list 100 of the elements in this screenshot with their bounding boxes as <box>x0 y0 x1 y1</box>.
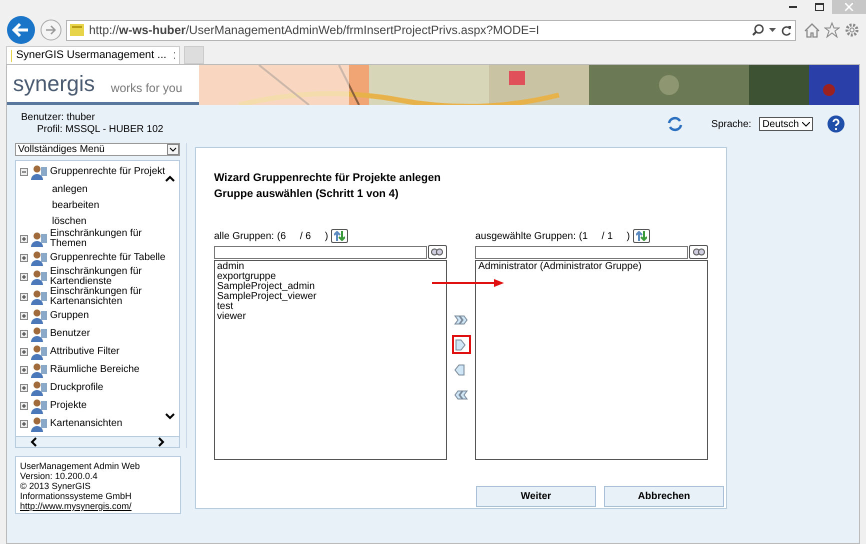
group-icon <box>30 397 48 415</box>
list-item[interactable]: Administrator (Administrator Gruppe) <box>478 262 706 272</box>
list-item[interactable]: SampleProject_admin <box>217 282 444 292</box>
binoculars-icon <box>431 248 444 256</box>
expand-icon[interactable] <box>20 293 28 301</box>
logo: synergis <box>13 72 95 94</box>
scroll-up-icon[interactable] <box>165 175 175 182</box>
annotation-arrow <box>432 279 504 287</box>
list-item[interactable]: SampleProject_viewer <box>217 292 444 302</box>
group-icon <box>30 163 48 181</box>
browser-tab[interactable]: SynerGIS Usermanagement ... <box>6 46 180 64</box>
menu-subitem[interactable]: bearbeiten <box>52 198 100 212</box>
user-text: Benutzer: thuber <box>21 112 96 124</box>
list-item[interactable]: exportgruppe <box>217 272 444 282</box>
binoculars-icon <box>692 248 705 256</box>
menu-item[interactable]: Gruppenrechte für Projekt <box>50 167 166 177</box>
group-icon <box>30 415 48 433</box>
dropdown-icon[interactable] <box>769 28 776 32</box>
list-label: ausgewählte Gruppen: <box>475 230 576 244</box>
expand-icon[interactable] <box>20 366 28 374</box>
expand-icon[interactable] <box>20 420 28 428</box>
language-select[interactable]: Deutsch <box>759 117 813 131</box>
address-bar[interactable]: http://w-ws-huber/UserManagementAdminWeb/frmInsertProjectPrivs.aspx?MODE=I <box>66 20 796 40</box>
help-icon[interactable] <box>827 115 845 133</box>
sort-button[interactable] <box>633 229 650 243</box>
list-item[interactable]: test <box>217 302 444 312</box>
scroll-down-icon[interactable] <box>165 413 175 420</box>
expand-icon[interactable] <box>20 384 28 392</box>
group-icon <box>30 379 48 397</box>
profile-text: Profil: MSSQL - HUBER 102 <box>36 124 164 136</box>
about-text: © 2013 SynerGIS <box>20 481 92 491</box>
wizard-button[interactable]: Abbrechen <box>604 486 724 507</box>
website-link[interactable]: http://www.mysynergis.com/ <box>20 501 176 511</box>
scroll-left-icon[interactable] <box>30 437 37 447</box>
filter-button[interactable] <box>689 245 708 259</box>
menu-item[interactable]: Projekte <box>50 401 87 411</box>
expand-icon[interactable] <box>20 348 28 356</box>
tagline: works for you <box>110 80 182 96</box>
expand-icon[interactable] <box>20 273 28 281</box>
group-icon <box>30 343 48 361</box>
filter-field[interactable] <box>475 246 688 258</box>
move-all-left-icon <box>454 388 468 402</box>
filter-field[interactable] <box>214 246 427 258</box>
menu-subitem[interactable]: anlegen <box>52 182 88 196</box>
group-icon <box>30 361 48 379</box>
group-icon <box>30 325 48 343</box>
wizard-button[interactable]: Weiter <box>476 486 596 507</box>
about-text: Version: 10.200.0.4 <box>20 471 99 481</box>
home-icon[interactable] <box>804 22 820 38</box>
menu-item[interactable]: Räumliche Bereiche <box>50 365 140 375</box>
menu-item[interactable]: Einschränkungen für Kartenansichten <box>50 287 170 307</box>
collapse-icon[interactable] <box>20 168 28 176</box>
maximize-icon[interactable] <box>814 3 824 11</box>
expand-icon[interactable] <box>20 402 28 410</box>
list-label: alle Gruppen: <box>214 230 274 244</box>
menu-item[interactable]: Einschränkungen für Themen <box>50 229 170 249</box>
scroll-right-icon[interactable] <box>158 437 165 447</box>
star-icon[interactable] <box>824 22 840 38</box>
filter-button[interactable] <box>428 245 447 259</box>
menu-item[interactable]: Einschränkungen für Kartendienste <box>50 267 170 287</box>
expand-icon[interactable] <box>20 235 28 243</box>
menu-subitem[interactable]: löschen <box>52 214 86 228</box>
sort-icon <box>636 231 647 241</box>
expand-icon[interactable] <box>20 330 28 338</box>
refresh-icon[interactable] <box>781 24 792 36</box>
expand-icon[interactable] <box>20 312 28 320</box>
menu-item[interactable]: Benutzer <box>50 329 90 339</box>
menu-item[interactable]: Druckprofile <box>50 383 104 393</box>
about-text: Informationssysteme GmbH <box>20 491 133 501</box>
list-item[interactable]: viewer <box>217 312 444 322</box>
sort-icon <box>334 231 346 241</box>
settings-icon[interactable] <box>844 22 860 38</box>
caret-icon <box>802 122 810 126</box>
refresh-icon[interactable] <box>667 116 684 132</box>
list-count: (1 / 1 ) <box>578 230 630 244</box>
forward-icon[interactable] <box>40 19 62 41</box>
tab-title: SynerGIS Usermanagement ... <box>16 48 166 64</box>
back-icon[interactable] <box>6 15 36 45</box>
group-icon <box>30 307 48 325</box>
dropdown-icon <box>167 144 179 155</box>
group-icon <box>30 268 48 286</box>
menu-item[interactable]: Attributive Filter <box>50 347 120 357</box>
group-icon <box>30 288 48 306</box>
wizard-subtitle: Gruppe auswählen (Schritt 1 von 4) <box>214 187 400 202</box>
menu-item[interactable]: Gruppen <box>50 311 89 321</box>
menu-select[interactable]: Vollständiges Menü <box>15 143 180 156</box>
url-text: http://w-ws-huber/UserManagementAdminWeb/frmInsertProjectPrivs.aspx?MODE=I <box>89 22 540 39</box>
move-all-right-icon <box>454 312 468 326</box>
about-text: UserManagement Admin Web <box>20 461 141 471</box>
list-count: (6 / 6 ) <box>277 230 328 244</box>
group-icon <box>30 249 48 267</box>
list-item[interactable]: admin <box>217 262 444 272</box>
sort-button[interactable] <box>331 229 348 243</box>
menu-item[interactable]: Gruppenrechte für Tabelle <box>50 253 166 263</box>
search-icon[interactable] <box>752 24 764 36</box>
move-right-button[interactable] <box>452 335 470 354</box>
language-label: Sprache: <box>711 118 752 132</box>
menu-item[interactable]: Kartenansichten <box>50 419 122 429</box>
wizard-title: Wizard Gruppenrechte für Projekte anlegen <box>214 171 442 186</box>
expand-icon[interactable] <box>20 254 28 262</box>
